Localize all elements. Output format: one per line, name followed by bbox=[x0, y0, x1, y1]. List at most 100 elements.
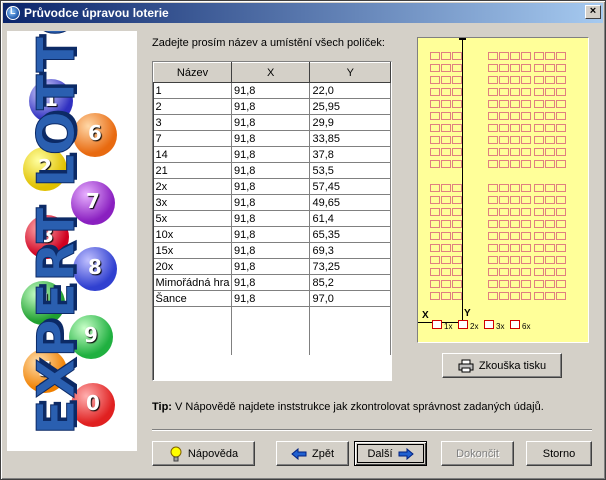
ticket-cell bbox=[521, 268, 531, 276]
finish-button[interactable]: Dokončit bbox=[441, 441, 514, 466]
table-row[interactable]: 2 91,8 25,95 bbox=[153, 98, 391, 115]
table-row[interactable]: Šance 91,8 97,0 bbox=[153, 290, 391, 307]
cell-y[interactable]: 85,2 bbox=[309, 274, 391, 291]
cell-x[interactable]: 91,8 bbox=[231, 130, 311, 147]
cell-name[interactable]: 2 bbox=[153, 98, 232, 115]
table-row[interactable]: 7 91,8 33,85 bbox=[153, 130, 391, 147]
cell-y[interactable]: 69,3 bbox=[309, 242, 391, 259]
ticket-cell bbox=[499, 256, 509, 264]
next-button[interactable]: Další bbox=[354, 441, 427, 466]
cell-name[interactable]: 10x bbox=[153, 226, 232, 243]
ticket-cell bbox=[510, 244, 520, 252]
table-row[interactable]: 21 91,8 53,5 bbox=[153, 162, 391, 179]
cell-name[interactable]: 7 bbox=[153, 130, 232, 147]
table-row[interactable]: 2x 91,8 57,45 bbox=[153, 178, 391, 195]
ticket-cell bbox=[521, 184, 531, 192]
cell-x[interactable]: 91,8 bbox=[231, 146, 311, 163]
cell-x[interactable]: 91,8 bbox=[231, 226, 311, 243]
column-header-x[interactable]: X bbox=[230, 62, 311, 83]
cell-name[interactable]: 15x bbox=[153, 242, 232, 259]
ticket-cell bbox=[545, 292, 555, 300]
cell-name[interactable]: 1 bbox=[153, 82, 232, 99]
ticket-cell bbox=[488, 244, 498, 252]
cell-name[interactable]: 14 bbox=[153, 146, 232, 163]
cell-x[interactable]: 91,8 bbox=[231, 178, 311, 195]
ticket-cell bbox=[441, 100, 451, 108]
ticket-cell bbox=[441, 244, 451, 252]
fields-grid[interactable]: Název X Y 1 91,8 22,0 2 91,8 25,95 3 91,8 29,9 7 9… bbox=[152, 61, 392, 381]
ticket-cell bbox=[499, 52, 509, 60]
separator bbox=[152, 429, 592, 431]
cell-y[interactable]: 49,65 bbox=[309, 194, 391, 211]
cell-x[interactable]: 91,8 bbox=[231, 290, 311, 307]
cell-x[interactable]: 91,8 bbox=[231, 194, 311, 211]
cell-name[interactable]: Šance bbox=[153, 290, 232, 307]
ticket-cell bbox=[521, 100, 531, 108]
cell-x[interactable]: 91,8 bbox=[231, 114, 311, 131]
table-row[interactable]: 10x 91,8 65,35 bbox=[153, 226, 391, 243]
table-row[interactable]: 20x 91,8 73,25 bbox=[153, 258, 391, 275]
ticket-cell bbox=[545, 244, 555, 252]
table-row[interactable]: 1 91,8 22,0 bbox=[153, 82, 391, 99]
cancel-button[interactable]: Storno bbox=[526, 441, 592, 466]
ticket-cell bbox=[430, 148, 440, 156]
ticket-cell bbox=[499, 280, 509, 288]
cell-x[interactable]: 91,8 bbox=[231, 98, 311, 115]
ticket-cell bbox=[441, 208, 451, 216]
close-button[interactable]: × bbox=[585, 5, 601, 19]
cell-x[interactable]: 91,8 bbox=[231, 274, 311, 291]
ticket-cell bbox=[499, 232, 509, 240]
ticket-cell bbox=[545, 208, 555, 216]
cell-name[interactable]: 5x bbox=[153, 210, 232, 227]
cell-name[interactable]: 3x bbox=[153, 194, 232, 211]
cell-x[interactable]: 91,8 bbox=[231, 210, 311, 227]
ticket-cell bbox=[488, 76, 498, 84]
cell-y[interactable]: 33,85 bbox=[309, 130, 391, 147]
table-row[interactable]: 14 91,8 37,8 bbox=[153, 146, 391, 163]
cell-x[interactable]: 91,8 bbox=[231, 162, 311, 179]
cell-x[interactable]: 91,8 bbox=[231, 82, 311, 99]
cell-y[interactable]: 53,5 bbox=[309, 162, 391, 179]
cell-y[interactable]: 65,35 bbox=[309, 226, 391, 243]
cell-y[interactable]: 57,45 bbox=[309, 178, 391, 195]
cell-y[interactable]: 37,8 bbox=[309, 146, 391, 163]
column-header-name[interactable]: Název bbox=[153, 62, 232, 83]
ticket-cell bbox=[545, 52, 555, 60]
table-row[interactable]: 15x 91,8 69,3 bbox=[153, 242, 391, 259]
help-button[interactable]: Nápověda bbox=[152, 441, 255, 466]
cell-y[interactable]: 29,9 bbox=[309, 114, 391, 131]
cell-x[interactable]: 91,8 bbox=[231, 242, 311, 259]
ticket-cell bbox=[499, 160, 509, 168]
print-test-button[interactable]: Zkouška tisku bbox=[442, 353, 562, 378]
cell-y[interactable]: 61,4 bbox=[309, 210, 391, 227]
ticket-cell bbox=[556, 220, 566, 228]
ticket-cell bbox=[510, 112, 520, 120]
cell-name[interactable]: 2x bbox=[153, 178, 232, 195]
ticket-cell bbox=[452, 52, 462, 60]
cell-name[interactable]: Mimořádná hra bbox=[153, 274, 232, 291]
table-row[interactable]: 3x 91,8 49,65 bbox=[153, 194, 391, 211]
ticket-cell bbox=[499, 136, 509, 144]
cell-y[interactable]: 73,25 bbox=[309, 258, 391, 275]
cell-y[interactable]: 22,0 bbox=[309, 82, 391, 99]
table-row[interactable]: Mimořádná hra 91,8 85,2 bbox=[153, 274, 391, 291]
y-axis-line bbox=[462, 38, 463, 326]
table-row[interactable]: 3 91,8 29,9 bbox=[153, 114, 391, 131]
table-row[interactable]: 5x 91,8 61,4 bbox=[153, 210, 391, 227]
cell-x[interactable]: 91,8 bbox=[231, 258, 311, 275]
ticket-cell bbox=[534, 280, 544, 288]
cell-name[interactable]: 20x bbox=[153, 258, 232, 275]
cell-name[interactable]: 3 bbox=[153, 114, 232, 131]
ticket-cell bbox=[499, 76, 509, 84]
ticket-cell bbox=[521, 160, 531, 168]
tip-text: Tip: V Nápovědě najdete inststrukce jak … bbox=[152, 401, 544, 413]
title-bar[interactable]: Průvodce úpravou loterie × bbox=[3, 3, 603, 23]
ticket-cell bbox=[441, 232, 451, 240]
cell-y[interactable]: 97,0 bbox=[309, 290, 391, 307]
column-header-y[interactable]: Y bbox=[309, 62, 391, 83]
cell-name[interactable]: 21 bbox=[153, 162, 232, 179]
ticket-cell bbox=[556, 148, 566, 156]
ticket-cell bbox=[521, 244, 531, 252]
cell-y[interactable]: 25,95 bbox=[309, 98, 391, 115]
back-button[interactable]: Zpět bbox=[276, 441, 349, 466]
